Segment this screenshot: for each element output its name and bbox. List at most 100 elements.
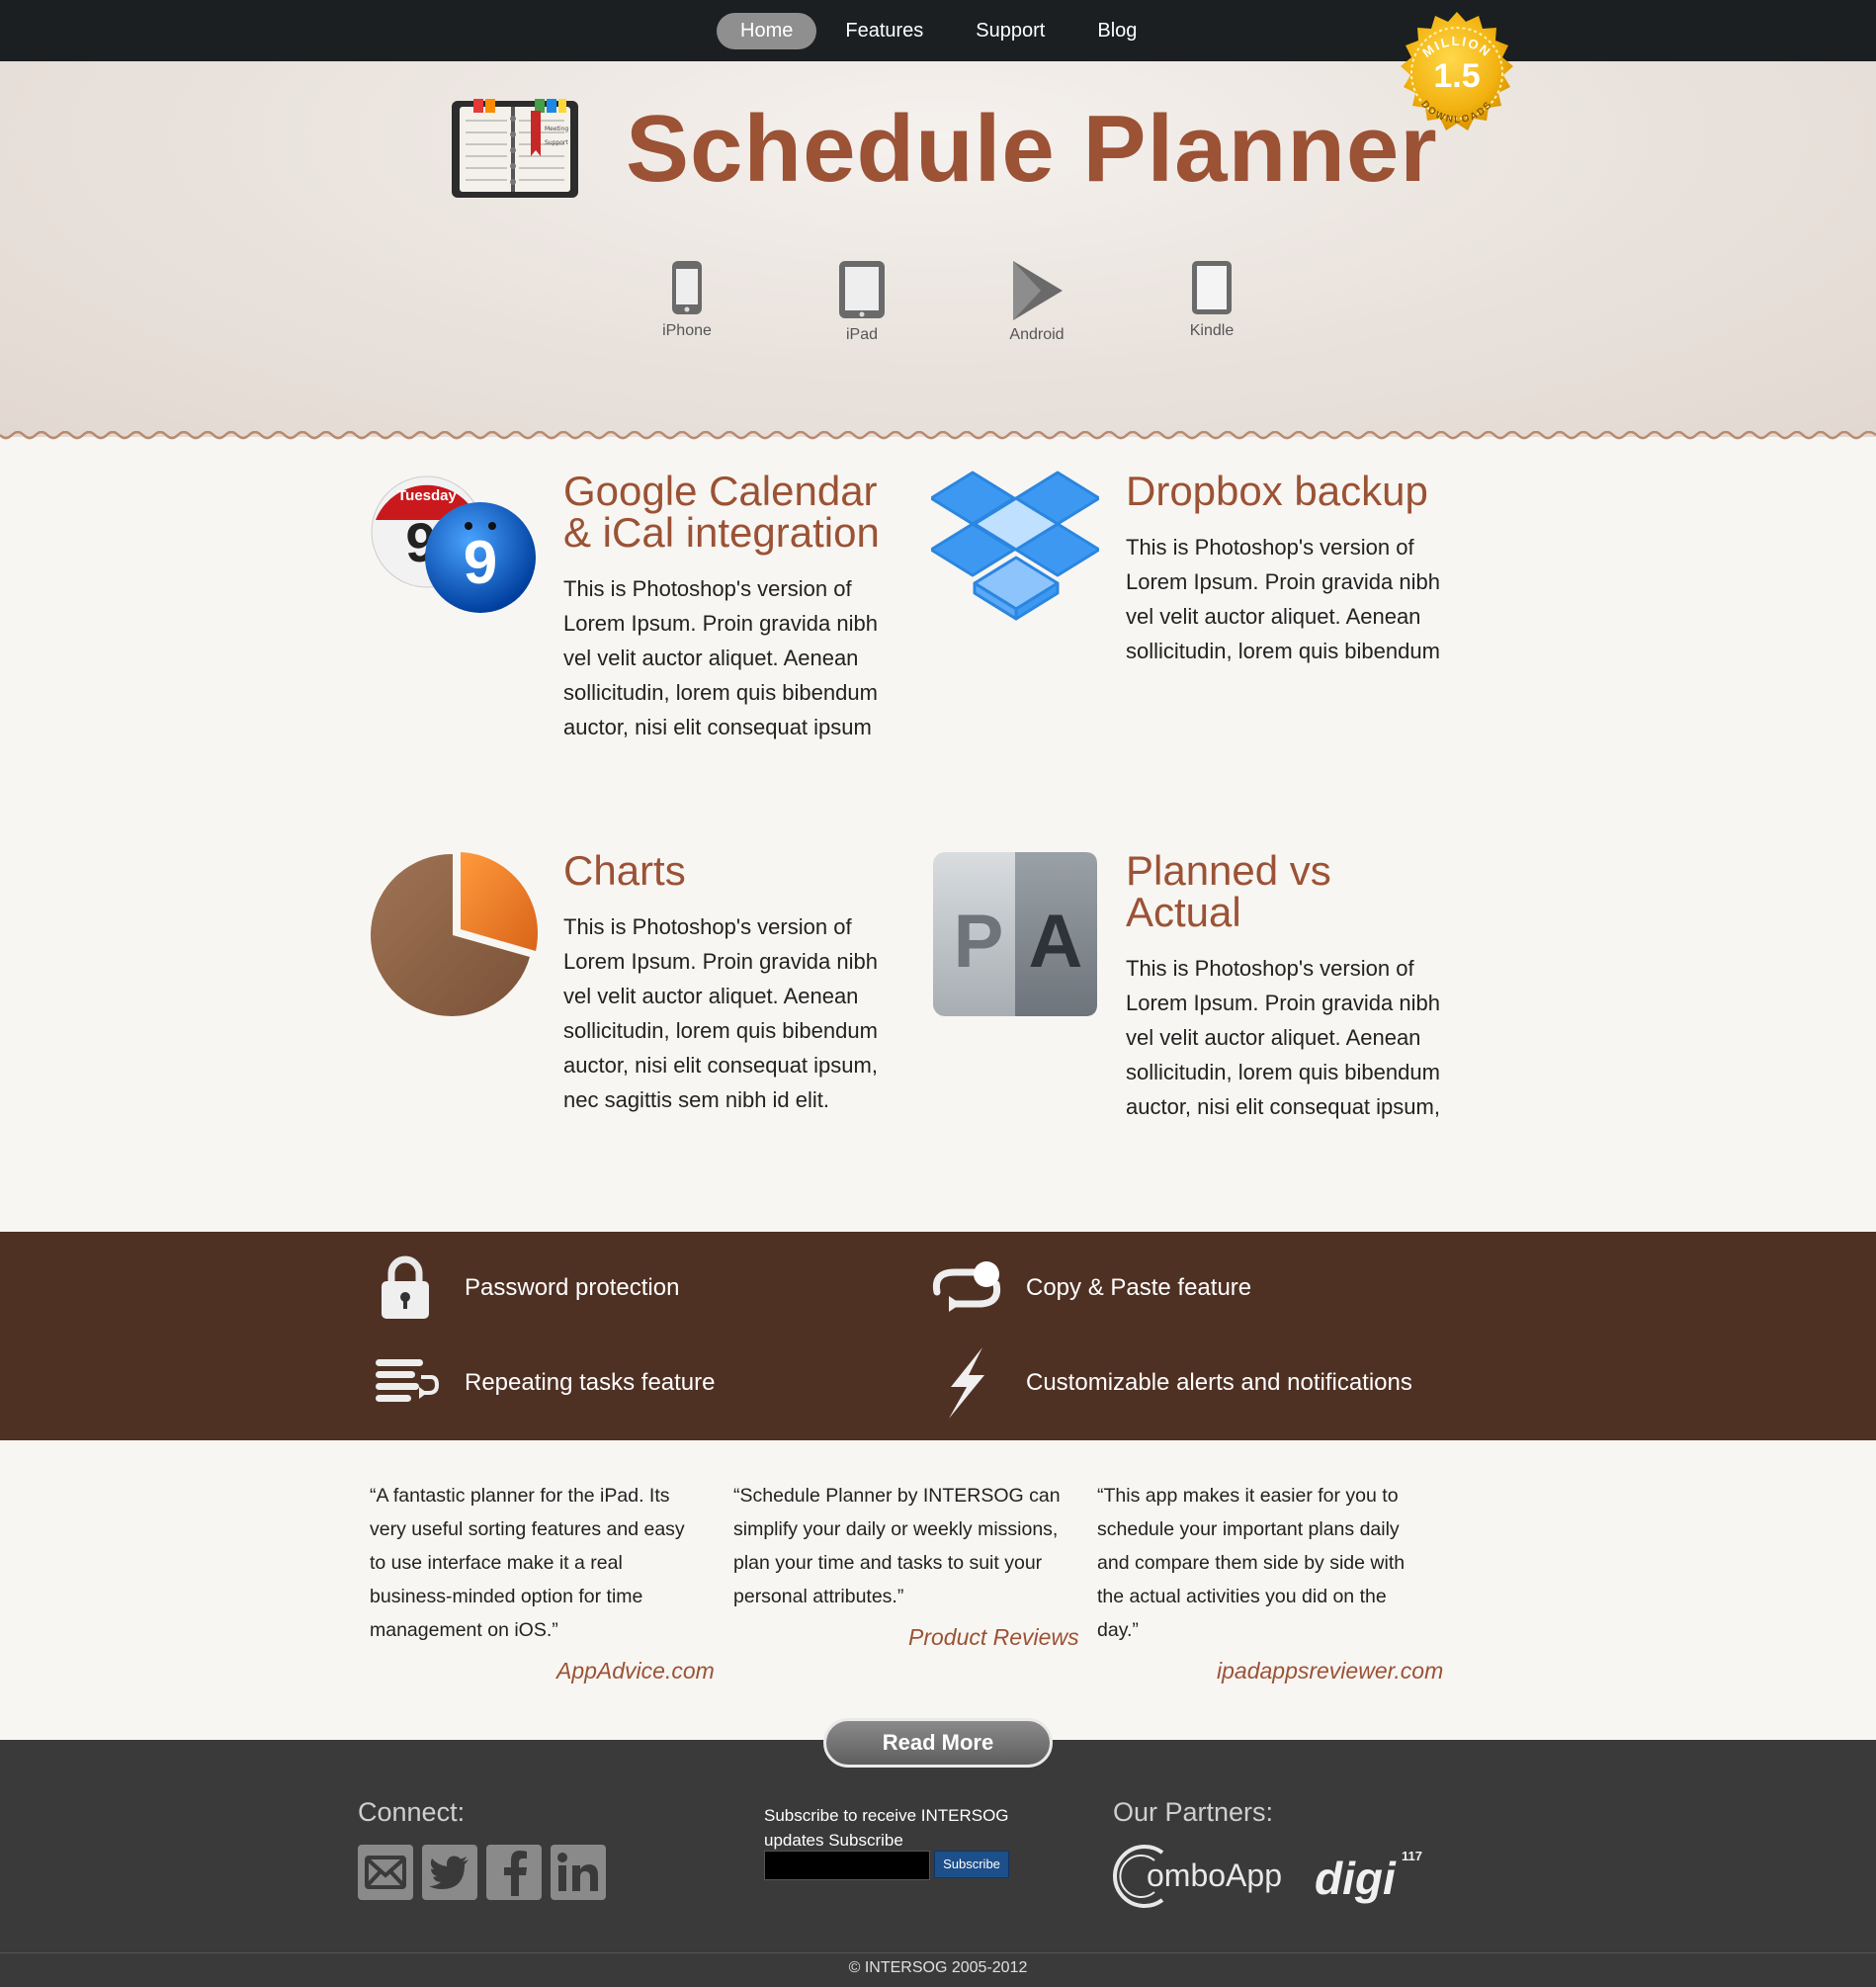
pie-chart-icon bbox=[371, 852, 538, 1016]
digi-superscript: 117 bbox=[1402, 1849, 1422, 1863]
band-item-repeating: Repeating tasks feature bbox=[366, 1348, 716, 1418]
feature-text-planned: This is Photoshop's version of Lorem Ips… bbox=[1126, 951, 1440, 1124]
feature-text-line: sollicitudin, lorem quis bibendum bbox=[1126, 639, 1440, 663]
quote-line: very useful sorting features and easy bbox=[370, 1518, 685, 1540]
top-nav: Home Features Support Blog bbox=[0, 0, 1876, 61]
subscribe-text-line: updates Subscribe bbox=[764, 1831, 903, 1850]
feature-text-calendar: This is Photoshop's version of Lorem Ips… bbox=[563, 571, 878, 744]
ipad-icon bbox=[839, 261, 885, 318]
android-play-icon bbox=[1013, 261, 1063, 320]
linkedin-icon[interactable] bbox=[551, 1845, 606, 1900]
email-icon[interactable] bbox=[358, 1845, 413, 1900]
feature-text-line: This is Photoshop's version of bbox=[1126, 535, 1414, 560]
platform-iphone[interactable]: iPhone bbox=[633, 259, 741, 340]
nav-home[interactable]: Home bbox=[717, 13, 817, 49]
subscribe-email-input[interactable] bbox=[764, 1851, 930, 1880]
testimonial-source-1[interactable]: AppAdvice.com bbox=[556, 1658, 715, 1685]
actual-letter: A bbox=[1029, 900, 1083, 984]
feature-title-dropbox: Dropbox backup bbox=[1126, 468, 1428, 514]
feature-text-line: This is Photoshop's version of bbox=[563, 576, 852, 601]
nav-menu: Home Features Support Blog bbox=[717, 13, 1165, 49]
planner-app-icon: Meeting Support bbox=[452, 99, 578, 198]
feature-title-planned: Planned vs Actual bbox=[1126, 850, 1331, 933]
feature-text-line: Lorem Ipsum. Proin gravida nibh bbox=[1126, 569, 1440, 594]
calendar-front-date: 9 bbox=[464, 529, 497, 597]
feature-text-line: Lorem Ipsum. Proin gravida nibh bbox=[1126, 991, 1440, 1015]
feature-text-line: vel velit auctor aliquet. Aenean bbox=[1126, 604, 1421, 629]
lock-icon bbox=[366, 1253, 445, 1323]
read-more-button[interactable]: Read More bbox=[823, 1718, 1053, 1768]
repeat-list-icon bbox=[366, 1348, 445, 1418]
copy-paste-icon bbox=[927, 1253, 1006, 1323]
quote-line: personal attributes.” bbox=[733, 1586, 904, 1607]
band-text-password: Password protection bbox=[465, 1274, 680, 1301]
nav-support[interactable]: Support bbox=[952, 13, 1068, 49]
subscribe-text: Subscribe to receive INTERSOG updates Su… bbox=[764, 1803, 1041, 1853]
quote-line: the actual activities you did on the bbox=[1097, 1586, 1387, 1607]
platform-android[interactable]: Android bbox=[982, 259, 1091, 344]
quote-line: business-minded option for time bbox=[370, 1586, 643, 1607]
platform-label-kindle: Kindle bbox=[1189, 322, 1235, 339]
kindle-icon bbox=[1192, 261, 1232, 314]
platform-label-iphone: iPhone bbox=[662, 322, 712, 339]
connect-heading: Connect: bbox=[358, 1797, 466, 1827]
comboapp-logo-text: omboApp bbox=[1147, 1857, 1282, 1893]
testimonial-source-3[interactable]: ipadappsreviewer.com bbox=[1217, 1658, 1443, 1685]
feature-text-line: sollicitudin, lorem quis bibendum bbox=[563, 1018, 878, 1043]
partners-heading: Our Partners: bbox=[1113, 1797, 1274, 1827]
facebook-icon[interactable] bbox=[486, 1845, 542, 1900]
subscribe-text-line: Subscribe to receive INTERSOG bbox=[764, 1806, 1009, 1825]
twitter-icon[interactable] bbox=[422, 1845, 477, 1900]
feature-title-charts: Charts bbox=[563, 847, 686, 894]
quote-line: plan your time and tasks to suit your bbox=[733, 1552, 1043, 1574]
feature-text-line: nec sagittis sem nibh id elit. bbox=[563, 1087, 830, 1112]
testimonial-3: “This app makes it easier for you to sch… bbox=[1097, 1479, 1443, 1647]
platform-links: iPhone iPad Android Kindle bbox=[633, 259, 1245, 358]
planned-letter: P bbox=[954, 900, 1004, 984]
band-text-copypaste: Copy & Paste feature bbox=[1026, 1274, 1252, 1301]
quote-line: “A fantastic planner for the iPad. Its bbox=[370, 1485, 670, 1507]
band-text-alerts: Customizable alerts and notifications bbox=[1026, 1369, 1412, 1396]
feature-text-line: Lorem Ipsum. Proin gravida nibh bbox=[563, 611, 878, 636]
downloads-badge: MILLION 1.5 DOWNLOADS bbox=[1401, 12, 1513, 130]
calendar-day-text: Tuesday bbox=[397, 487, 457, 504]
feature-title-planned-line2: Actual bbox=[1126, 889, 1241, 935]
dropbox-icon bbox=[931, 471, 1099, 621]
quote-line: day.” bbox=[1097, 1619, 1139, 1641]
quote-line: and compare them side by side with bbox=[1097, 1552, 1406, 1574]
feature-text-line: This is Photoshop's version of bbox=[563, 914, 852, 939]
digi-logo-text: digi bbox=[1315, 1853, 1397, 1904]
feature-text-line: vel velit auctor aliquet. Aenean bbox=[563, 646, 859, 670]
nav-blog[interactable]: Blog bbox=[1073, 13, 1160, 49]
feature-text-line: auctor, nisi elit consequat ipsum, bbox=[563, 1053, 878, 1078]
band-item-password: Password protection bbox=[366, 1253, 679, 1323]
quote-line: schedule your important plans daily bbox=[1097, 1518, 1400, 1540]
app-icon-text-meeting: Meeting bbox=[545, 126, 568, 132]
band-item-copypaste: Copy & Paste feature bbox=[927, 1253, 1251, 1323]
platform-ipad[interactable]: iPad bbox=[808, 259, 916, 344]
feature-title-calendar-line2: & iCal integration bbox=[563, 509, 880, 556]
feature-text-line: vel velit auctor aliquet. Aenean bbox=[1126, 1025, 1421, 1050]
subscribe-button[interactable]: Subscribe bbox=[934, 1851, 1009, 1878]
feature-text-line: auctor, nisi elit consequat ipsum bbox=[563, 715, 872, 739]
comboapp-logo[interactable]: omboApp bbox=[1113, 1843, 1291, 1915]
testimonial-source-2[interactable]: Product Reviews bbox=[908, 1624, 1079, 1651]
platform-kindle[interactable]: Kindle bbox=[1157, 259, 1266, 340]
quote-line: “This app makes it easier for you to bbox=[1097, 1485, 1399, 1507]
iphone-icon bbox=[672, 261, 702, 314]
feature-text-line: sollicitudin, lorem quis bibendum bbox=[563, 680, 878, 705]
quote-line: simplify your daily or weekly missions, bbox=[733, 1518, 1059, 1540]
feature-text-line: This is Photoshop's version of bbox=[1126, 956, 1414, 981]
feature-text-line: auctor, nisi elit consequat ipsum, bbox=[1126, 1094, 1440, 1119]
testimonial-2: “Schedule Planner by INTERSOG can simpli… bbox=[733, 1479, 1079, 1613]
platform-label-ipad: iPad bbox=[845, 326, 879, 343]
footer-divider bbox=[0, 1952, 1876, 1953]
quote-line: to use interface make it a real bbox=[370, 1552, 623, 1574]
hero-wave-divider bbox=[0, 431, 1876, 440]
feature-text-line: vel velit auctor aliquet. Aenean bbox=[563, 984, 859, 1008]
band-item-alerts: Customizable alerts and notifications bbox=[927, 1347, 1412, 1419]
digi117-logo[interactable]: digi 117 bbox=[1313, 1843, 1431, 1915]
band-text-repeating: Repeating tasks feature bbox=[465, 1369, 716, 1396]
feature-title-calendar-line1: Google Calendar bbox=[563, 468, 878, 514]
nav-features[interactable]: Features bbox=[821, 13, 947, 49]
